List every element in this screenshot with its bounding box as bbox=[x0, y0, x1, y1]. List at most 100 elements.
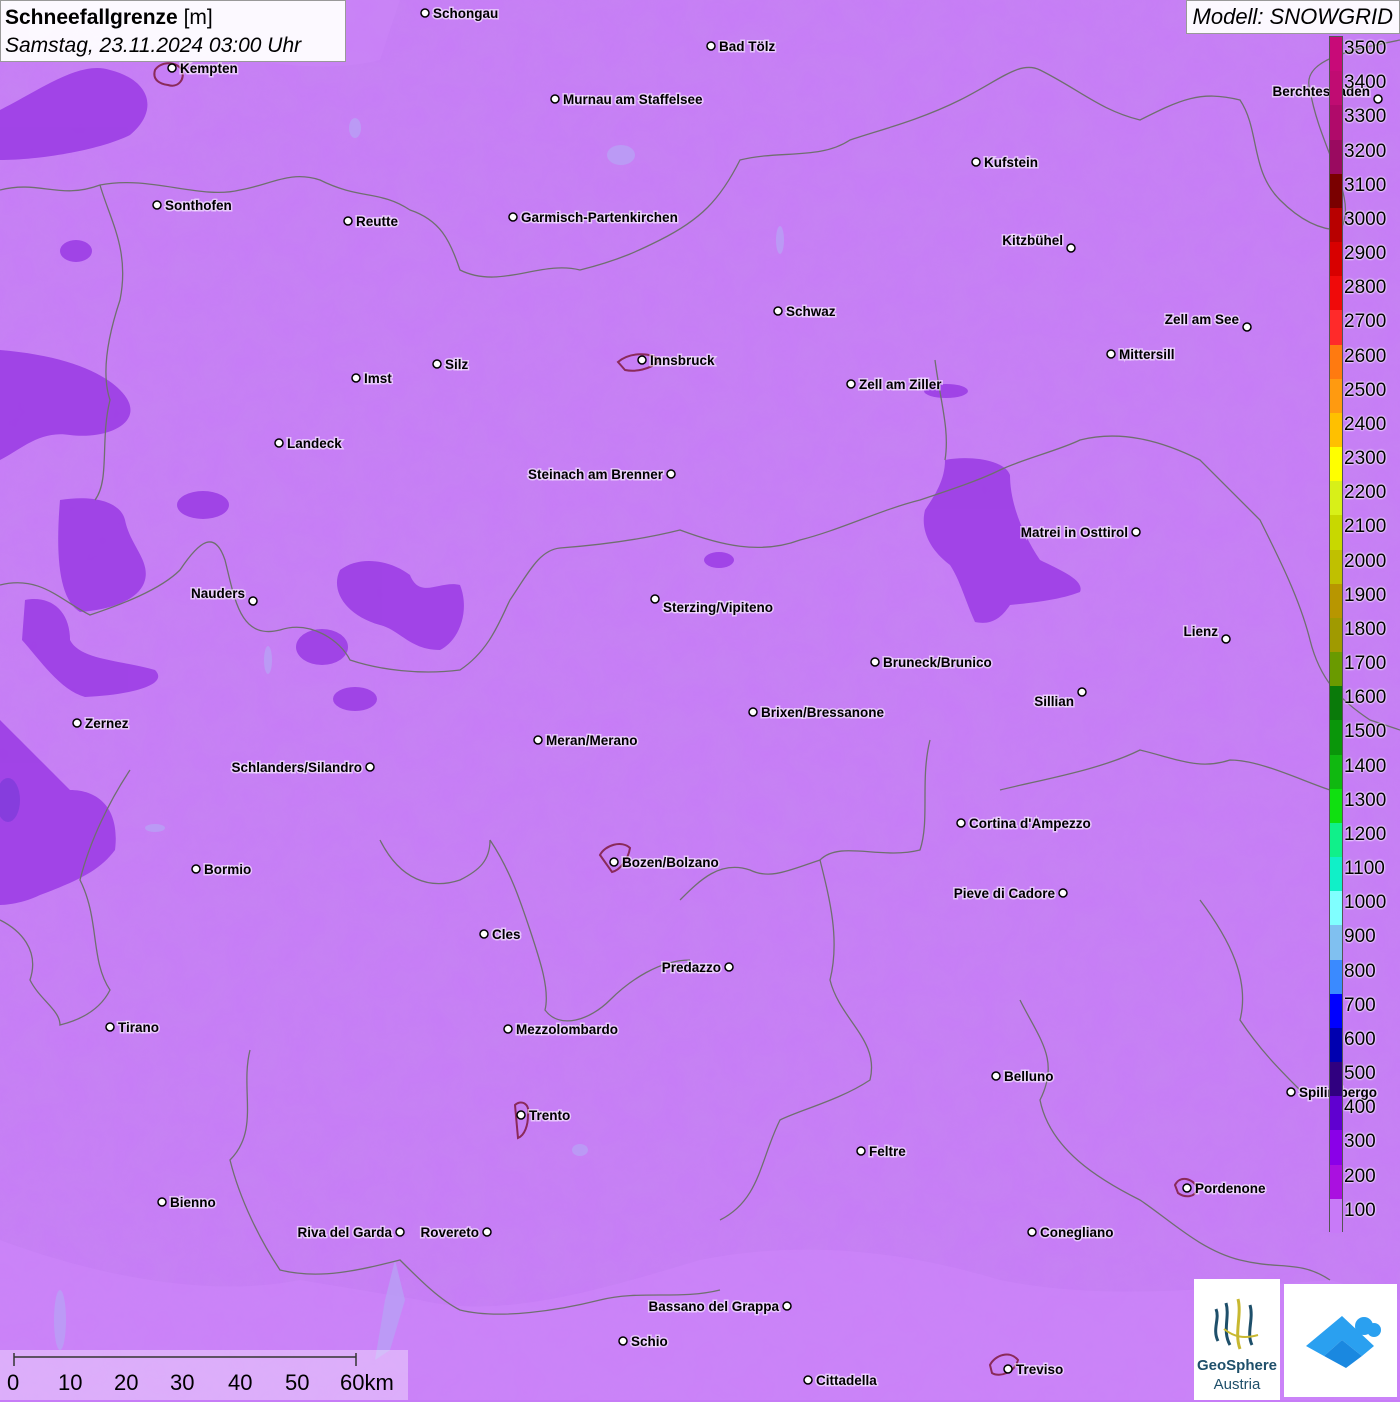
forecast-datetime: Samstag, 23.11.2024 03:00 Uhr bbox=[5, 34, 302, 57]
city-dot-icon bbox=[870, 657, 880, 667]
city-label: Schlanders/Silandro bbox=[231, 760, 362, 775]
city-dot-icon bbox=[846, 379, 856, 389]
city-label: Cittadella bbox=[816, 1373, 877, 1388]
city-dot-icon bbox=[248, 596, 258, 606]
city-marker[interactable]: Bozen/Bolzano bbox=[609, 854, 720, 872]
title-unit: [m] bbox=[183, 6, 213, 29]
map-title: Schneefallgrenze [m] bbox=[5, 4, 341, 32]
city-label: Lienz bbox=[1183, 624, 1218, 639]
city-marker[interactable]: Pordenone bbox=[1182, 1180, 1267, 1198]
legend-value-label: 3200 bbox=[1344, 140, 1387, 162]
city-label: Rovereto bbox=[420, 1225, 479, 1240]
city-dot-icon bbox=[72, 718, 82, 728]
geosphere-austria-logo[interactable]: GeoSphere Austria bbox=[1194, 1279, 1280, 1400]
legend-swatch bbox=[1330, 652, 1342, 687]
city-dot-icon bbox=[1003, 1364, 1013, 1374]
city-marker[interactable]: Conegliano bbox=[1027, 1224, 1115, 1242]
city-marker[interactable]: Cortina d'Ampezzo bbox=[956, 815, 1092, 833]
legend-value-label: 1100 bbox=[1344, 858, 1385, 880]
city-label: Nauders bbox=[191, 586, 245, 601]
city-dot-icon bbox=[1066, 243, 1076, 253]
city-marker[interactable]: Bruneck/Brunico bbox=[870, 654, 993, 672]
legend-value-label: 2900 bbox=[1344, 243, 1387, 265]
city-label: Sillian bbox=[1034, 694, 1074, 709]
legend-value-label: 1700 bbox=[1344, 653, 1387, 675]
city-label: Kitzbühel bbox=[1002, 233, 1063, 248]
legend-value-label: 1500 bbox=[1344, 721, 1387, 743]
scale-tick-label: 0 bbox=[7, 1370, 20, 1395]
city-dot-icon bbox=[724, 962, 734, 972]
city-dot-icon bbox=[1077, 687, 1087, 697]
legend-swatch bbox=[1330, 71, 1342, 106]
legend-swatch bbox=[1330, 1096, 1342, 1131]
city-marker[interactable]: Matrei in Osttirol bbox=[1019, 524, 1141, 542]
city-dot-icon bbox=[167, 63, 177, 73]
legend-swatch bbox=[1330, 1027, 1342, 1063]
city-marker[interactable]: Riva del Garda bbox=[296, 1224, 405, 1242]
city-dot-icon bbox=[782, 1301, 792, 1311]
city-dot-icon bbox=[773, 306, 783, 316]
city-marker[interactable]: Meran/Merano bbox=[533, 732, 639, 750]
mountain-cloud-icon bbox=[1306, 1316, 1381, 1368]
legend-value-label: 200 bbox=[1344, 1165, 1376, 1187]
city-dot-icon bbox=[1131, 527, 1141, 537]
city-dot-icon bbox=[1106, 349, 1116, 359]
city-marker[interactable]: Sonthofen bbox=[152, 197, 233, 215]
legend-swatch bbox=[1330, 1130, 1342, 1166]
city-marker[interactable]: Brixen/Bressanone bbox=[748, 704, 886, 722]
scale-tick-label: 40 bbox=[228, 1370, 253, 1395]
city-dot-icon bbox=[748, 707, 758, 717]
legend-swatch bbox=[1330, 959, 1342, 995]
city-dot-icon bbox=[152, 200, 162, 210]
city-dot-icon bbox=[479, 929, 489, 939]
city-marker[interactable]: Garmisch-Partenkirchen bbox=[508, 209, 679, 227]
city-dot-icon bbox=[1286, 1087, 1296, 1097]
city-marker[interactable]: Zell am Ziller bbox=[846, 376, 944, 394]
legend-swatch bbox=[1330, 310, 1342, 346]
city-marker[interactable]: Innsbruck bbox=[637, 352, 717, 370]
geosphere-logo-country: Austria bbox=[1213, 1376, 1261, 1393]
legend-swatch bbox=[1330, 1062, 1342, 1097]
city-label: Meran/Merano bbox=[546, 733, 638, 748]
city-dot-icon bbox=[971, 157, 981, 167]
city-dot-icon bbox=[508, 212, 518, 222]
city-dot-icon bbox=[343, 216, 353, 226]
city-marker[interactable]: Murnau am Staffelsee bbox=[550, 91, 705, 109]
city-marker[interactable]: Schongau bbox=[420, 5, 500, 23]
city-label: Belluno bbox=[1004, 1069, 1054, 1084]
city-label: Garmisch-Partenkirchen bbox=[521, 210, 678, 225]
legend-value-label: 700 bbox=[1344, 994, 1376, 1016]
legend-value-label: 100 bbox=[1344, 1199, 1376, 1221]
city-label: Zell am See bbox=[1165, 312, 1240, 327]
weather-app-logo[interactable] bbox=[1284, 1284, 1397, 1397]
legend-value-label: 3400 bbox=[1344, 72, 1387, 94]
city-dot-icon bbox=[1373, 94, 1383, 104]
geosphere-logo-name: GeoSphere bbox=[1196, 1357, 1278, 1374]
city-label: Sterzing/Vipiteno bbox=[663, 600, 773, 615]
legend-value-label: 2000 bbox=[1344, 550, 1387, 572]
city-label: Cortina d'Ampezzo bbox=[969, 816, 1091, 831]
legend-swatch bbox=[1330, 37, 1342, 72]
city-marker[interactable]: Bassano del Grappa bbox=[647, 1298, 792, 1316]
legend-swatch bbox=[1330, 754, 1342, 790]
legend-value-label: 500 bbox=[1344, 1063, 1376, 1085]
city-label: Mezzolombardo bbox=[516, 1022, 618, 1037]
city-marker[interactable]: Steinach am Brenner bbox=[526, 466, 676, 484]
city-dot-icon bbox=[666, 469, 676, 479]
legend-swatch bbox=[1330, 993, 1342, 1029]
map-canvas[interactable]: Schongau Bad Tölz Kempten Murnau am Staffel… bbox=[0, 0, 1400, 1400]
city-marker[interactable]: Pieve di Cadore bbox=[952, 885, 1068, 903]
city-marker[interactable]: Schlanders/Silandro bbox=[230, 759, 375, 777]
city-dot-icon bbox=[856, 1146, 866, 1156]
city-dot-icon bbox=[1058, 888, 1068, 898]
legend-swatch bbox=[1330, 720, 1342, 756]
city-label: Imst bbox=[364, 371, 392, 386]
city-dot-icon bbox=[1182, 1183, 1192, 1193]
legend-swatch bbox=[1330, 788, 1342, 824]
legend-swatch bbox=[1330, 549, 1342, 585]
scale-tick-label: 30 bbox=[170, 1370, 195, 1395]
legend-swatch bbox=[1330, 891, 1342, 926]
legend-value-label: 1300 bbox=[1344, 789, 1387, 811]
city-marker[interactable]: Mezzolombardo bbox=[503, 1021, 620, 1039]
city-dot-icon bbox=[420, 8, 430, 18]
